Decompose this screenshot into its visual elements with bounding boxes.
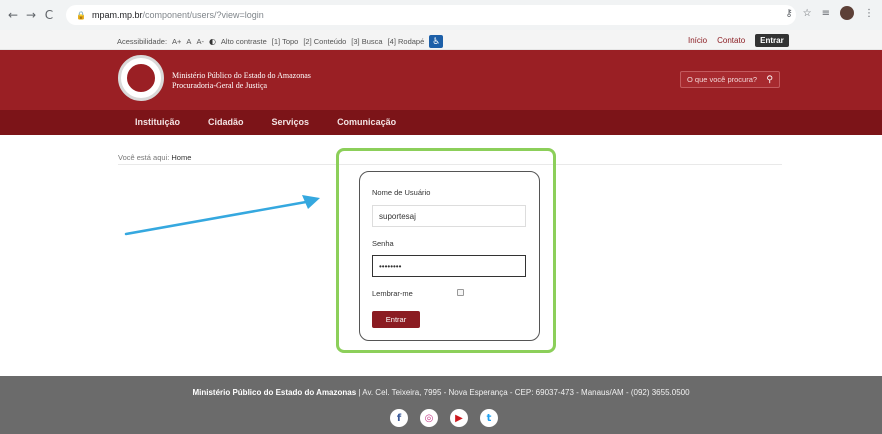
facebook-icon[interactable]: f — [390, 409, 408, 427]
breadcrumb-home-link[interactable]: Home — [171, 153, 191, 162]
institution-name[interactable]: Ministério Público do Estado do Amazonas… — [172, 71, 311, 91]
instagram-icon[interactable]: ◎ — [420, 409, 438, 427]
org-name-line: Ministério Público do Estado do Amazonas — [172, 71, 311, 80]
footer-org-name: Ministério Público do Estado do Amazonas — [192, 388, 357, 397]
institution-seal-logo[interactable] — [118, 55, 164, 101]
skip-footer-link[interactable]: [4] Rodapé — [388, 37, 425, 46]
key-icon[interactable]: ⚷ — [785, 8, 792, 19]
star-icon[interactable]: ☆ — [803, 8, 812, 19]
font-increase-link[interactable]: A+ — [172, 37, 181, 46]
skip-top-link[interactable]: [1] Topo — [272, 37, 299, 46]
browser-toolbar: ← → C 🔒 mpam.mp.br /component/users/?vie… — [0, 0, 882, 30]
main-navigation: Instituição Cidadão Serviços Comunicação — [0, 110, 882, 135]
nav-items: Instituição Cidadão Serviços Comunicação — [135, 117, 396, 127]
browser-actions: ⚷ ☆ ≡ ⋮ — [785, 6, 874, 20]
address-bar[interactable]: 🔒 mpam.mp.br /component/users/?view=logi… — [66, 5, 796, 25]
org-subtitle-line: Procuradoria-Geral de Justiça — [172, 81, 268, 90]
twitter-icon[interactable]: t — [480, 409, 498, 427]
more-menu-icon[interactable]: ⋮ — [864, 8, 874, 19]
skip-search-link[interactable]: [3] Busca — [351, 37, 382, 46]
url-path: /component/users/?view=login — [142, 10, 264, 20]
back-arrow-icon[interactable]: ← — [4, 8, 22, 22]
nav-item-servicos[interactable]: Serviços — [272, 117, 310, 127]
remember-me-label: Lembrar-me — [372, 289, 413, 298]
contrast-icon[interactable]: ◐ — [209, 37, 216, 46]
search-icon[interactable]: ⚲ — [766, 75, 773, 85]
accessibility-person-icon[interactable]: ♿ — [429, 35, 444, 48]
youtube-icon[interactable]: ▶ — [450, 409, 468, 427]
footer-address-text: | Av. Cel. Teixeira, 7995 - Nova Esperan… — [356, 388, 690, 397]
url-host: mpam.mp.br — [91, 10, 143, 20]
login-submit-button[interactable]: Entrar — [372, 311, 420, 328]
nav-item-cidadao[interactable]: Cidadão — [208, 117, 244, 127]
nav-item-instituicao[interactable]: Instituição — [135, 117, 180, 127]
accessibility-label: Acessibilidade: — [117, 37, 168, 46]
footer-address: Ministério Público do Estado do Amazonas… — [0, 388, 882, 397]
site-footer: Ministério Público do Estado do Amazonas… — [0, 376, 882, 434]
search-input[interactable] — [687, 75, 761, 84]
top-links: Início Contato Entrar — [688, 34, 789, 47]
site-header: Ministério Público do Estado do Amazonas… — [0, 50, 882, 110]
lock-icon: 🔒 — [76, 10, 86, 20]
forward-arrow-icon[interactable]: → — [22, 8, 40, 22]
font-decrease-link[interactable]: A- — [196, 37, 204, 46]
password-label: Senha — [372, 239, 394, 248]
username-field[interactable] — [372, 205, 526, 227]
username-label: Nome de Usuário — [372, 188, 431, 197]
contact-link[interactable]: Contato — [717, 36, 745, 45]
social-links: f ◎ ▶ t — [390, 409, 498, 427]
login-form: Nome de Usuário Senha Lembrar-me Entrar — [359, 171, 540, 341]
reload-icon[interactable]: C — [40, 8, 58, 22]
top-login-button[interactable]: Entrar — [755, 34, 789, 47]
accessibility-bar: Acessibilidade: A+ A A- ◐ Alto contraste… — [0, 30, 882, 50]
breadcrumb: Você está aqui: Home — [118, 153, 191, 162]
high-contrast-link[interactable]: Alto contraste — [221, 37, 267, 46]
remember-me-checkbox[interactable] — [457, 289, 464, 296]
site-search: ⚲ — [680, 71, 780, 88]
nav-item-comunicacao[interactable]: Comunicação — [337, 117, 396, 127]
breadcrumb-prefix: Você está aqui: — [118, 153, 170, 162]
accessibility-tools: Acessibilidade: A+ A A- ◐ Alto contraste… — [117, 35, 444, 48]
seal-inner — [125, 62, 157, 94]
home-link[interactable]: Início — [688, 36, 707, 45]
profile-avatar[interactable] — [840, 6, 854, 20]
password-field[interactable] — [372, 255, 526, 277]
font-normal-link[interactable]: A — [186, 37, 191, 46]
skip-content-link[interactable]: [2] Conteúdo — [303, 37, 346, 46]
blue-arrow-annotation — [124, 195, 320, 236]
reading-list-icon[interactable]: ≡ — [822, 8, 830, 19]
